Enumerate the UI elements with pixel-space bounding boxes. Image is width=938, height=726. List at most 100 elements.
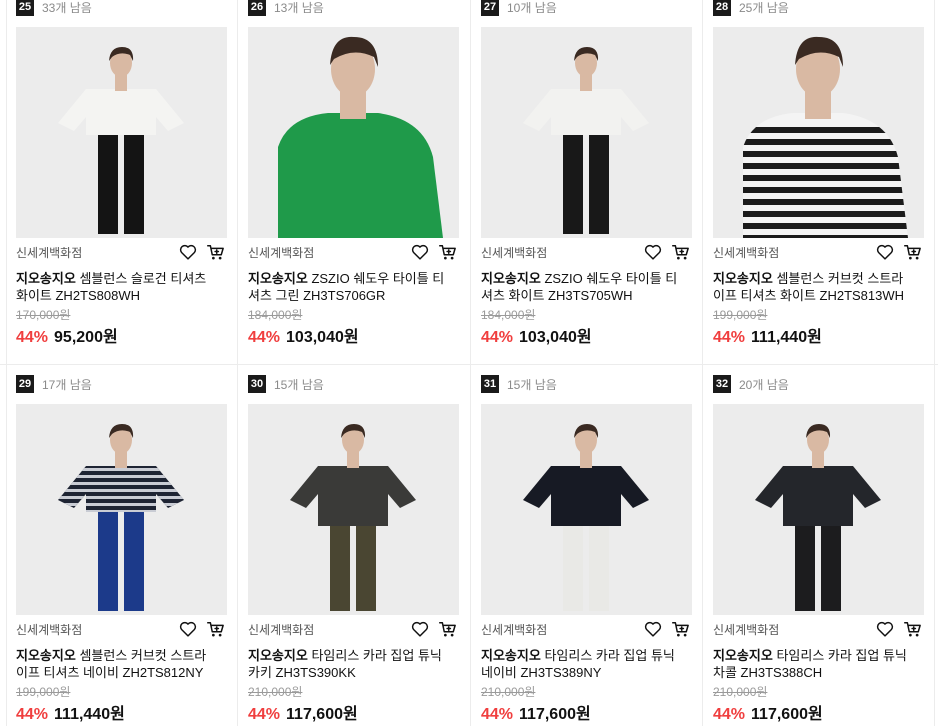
brand-name: 지오송지오 (481, 271, 541, 286)
product-title[interactable]: 지오송지오 타임리스 카라 집업 튜닉 카키 ZH3TS390KK (248, 647, 448, 681)
brand-name: 지오송지오 (713, 271, 773, 286)
store-name: 신세계백화점 (481, 245, 548, 260)
stock-remaining: 20개 남음 (739, 377, 789, 392)
product-title[interactable]: 지오송지오 타임리스 카라 집업 튜닉 차콜 ZH3TS388CH (713, 647, 913, 681)
meta-row: 신세계백화점 (248, 619, 459, 639)
product-title[interactable]: 지오송지오 셈블런스 커브컷 스트라이프 티셔츠 네이비 ZH2TS812NY (16, 647, 216, 681)
cart-icon[interactable] (670, 619, 692, 639)
cart-icon[interactable] (437, 619, 459, 639)
product-card[interactable]: 25 33개 남음신세계백화점지오송지오 셈블런스 슬로건 티셔츠 화이트 ZH2… (16, 0, 248, 368)
product-image[interactable] (481, 27, 692, 238)
product-card[interactable]: 28 25개 남음신세계백화점지오송지오 셈블런스 커브컷 스트라이프 티셔츠 화… (713, 0, 938, 368)
meta-row: 신세계백화점 (16, 242, 227, 262)
stock-remaining: 15개 남음 (274, 377, 324, 392)
brand-name: 지오송지오 (16, 271, 76, 286)
sale-price: 111,440원 (54, 706, 125, 723)
rank-row: 29 17개 남음 (16, 375, 92, 393)
cart-icon[interactable] (437, 242, 459, 262)
price-row: 44% 95,200원 (16, 323, 118, 347)
meta-row: 신세계백화점 (16, 619, 227, 639)
product-title[interactable]: 지오송지오 타임리스 카라 집업 튜닉 네이비 ZH3TS389NY (481, 647, 681, 681)
rank-row: 27 10개 남음 (481, 0, 557, 16)
sale-price: 111,440원 (751, 329, 822, 346)
cart-icon[interactable] (205, 619, 227, 639)
heart-icon[interactable] (642, 242, 664, 262)
cart-icon[interactable] (902, 242, 924, 262)
rank-badge: 31 (481, 375, 499, 393)
sale-price: 117,600원 (519, 706, 591, 723)
stock-remaining: 17개 남음 (42, 377, 92, 392)
store-name: 신세계백화점 (713, 245, 780, 260)
sale-price: 95,200원 (54, 329, 118, 346)
original-price: 170,000원 (16, 308, 71, 322)
cart-icon[interactable] (205, 242, 227, 262)
product-image[interactable] (16, 27, 227, 238)
model-illustration (16, 404, 227, 615)
heart-icon[interactable] (874, 242, 896, 262)
meta-row: 신세계백화점 (248, 242, 459, 262)
original-price: 199,000원 (713, 308, 768, 322)
price-row: 44% 117,600원 (713, 700, 823, 724)
cart-icon[interactable] (902, 619, 924, 639)
heart-icon[interactable] (177, 242, 199, 262)
product-card[interactable]: 27 10개 남음신세계백화점지오송지오 ZSZIO 쉐도우 타이틀 티셔츠 화이… (481, 0, 713, 368)
product-title[interactable]: 지오송지오 ZSZIO 쉐도우 타이틀 티셔츠 화이트 ZH3TS705WH (481, 270, 681, 304)
store-name: 신세계백화점 (248, 622, 315, 637)
product-card[interactable]: 29 17개 남음신세계백화점지오송지오 셈블런스 커브컷 스트라이프 티셔츠 네… (16, 375, 248, 726)
product-image[interactable] (713, 27, 924, 238)
sale-price: 117,600원 (751, 706, 823, 723)
product-image[interactable] (481, 404, 692, 615)
cart-icon[interactable] (670, 242, 692, 262)
original-price: 210,000원 (248, 685, 303, 699)
heart-icon[interactable] (409, 619, 431, 639)
price-row: 44% 103,040원 (481, 323, 592, 347)
product-grid: 25 33개 남음 신세계백화점 지오송지오 셈블런스 슬로건 티셔츠 화이트 ZH2… (0, 0, 938, 726)
product-card[interactable]: 30 15개 남음신세계백화점지오송지오 타임리스 카라 집업 튜닉 카키 ZH3… (248, 375, 480, 726)
rank-row: 25 33개 남음 (16, 0, 92, 16)
model-illustration (481, 27, 692, 238)
product-image[interactable] (248, 404, 459, 615)
original-price: 184,000원 (248, 308, 303, 322)
stock-remaining: 25개 남음 (739, 0, 789, 15)
heart-icon[interactable] (177, 619, 199, 639)
column-divider (6, 0, 7, 726)
discount-rate: 44% (248, 329, 281, 346)
meta-row: 신세계백화점 (481, 619, 692, 639)
rank-badge: 29 (16, 375, 34, 393)
stock-remaining: 13개 남음 (274, 0, 324, 15)
heart-icon[interactable] (409, 242, 431, 262)
stock-remaining: 33개 남음 (42, 0, 92, 15)
rank-row: 30 15개 남음 (248, 375, 324, 393)
product-image[interactable] (248, 27, 459, 238)
brand-name: 지오송지오 (248, 271, 308, 286)
rank-badge: 26 (248, 0, 266, 16)
sale-price: 103,040원 (519, 329, 592, 346)
original-price: 210,000원 (713, 685, 768, 699)
rank-row: 28 25개 남음 (713, 0, 789, 16)
model-illustration (713, 404, 924, 615)
discount-rate: 44% (16, 706, 49, 723)
brand-name: 지오송지오 (248, 648, 308, 663)
product-title[interactable]: 지오송지오 셈블런스 슬로건 티셔츠 화이트 ZH2TS808WH (16, 270, 216, 304)
heart-icon[interactable] (874, 619, 896, 639)
product-card[interactable]: 26 13개 남음신세계백화점지오송지오 ZSZIO 쉐도우 타이틀 티셔츠 그린… (248, 0, 480, 368)
product-card[interactable]: 31 15개 남음 신세계백화점 지오송지오 타임리스 카라 집업 튜닉 네이비 ZH… (481, 375, 713, 726)
discount-rate: 44% (481, 706, 514, 723)
store-name: 신세계백화점 (16, 245, 83, 260)
product-image[interactable] (713, 404, 924, 615)
rank-badge: 25 (16, 0, 34, 16)
product-card[interactable]: 32 20개 남음 신세계백화점 지오송지오 타임리스 카라 집업 튜닉 차콜 ZH3… (713, 375, 938, 726)
store-name: 신세계백화점 (481, 622, 548, 637)
heart-icon[interactable] (642, 619, 664, 639)
price-row: 44% 111,440원 (713, 323, 822, 347)
price-row: 44% 117,600원 (481, 700, 591, 724)
product-image[interactable] (16, 404, 227, 615)
meta-row: 신세계백화점 (481, 242, 692, 262)
price-row: 44% 103,040원 (248, 323, 359, 347)
product-title[interactable]: 지오송지오 ZSZIO 쉐도우 타이틀 티셔츠 그린 ZH3TS706GR (248, 270, 448, 304)
model-illustration (248, 404, 459, 615)
original-price: 210,000원 (481, 685, 536, 699)
product-title[interactable]: 지오송지오 셈블런스 커브컷 스트라이프 티셔츠 화이트 ZH2TS813WH (713, 270, 913, 304)
brand-name: 지오송지오 (16, 648, 76, 663)
brand-name: 지오송지오 (481, 648, 541, 663)
